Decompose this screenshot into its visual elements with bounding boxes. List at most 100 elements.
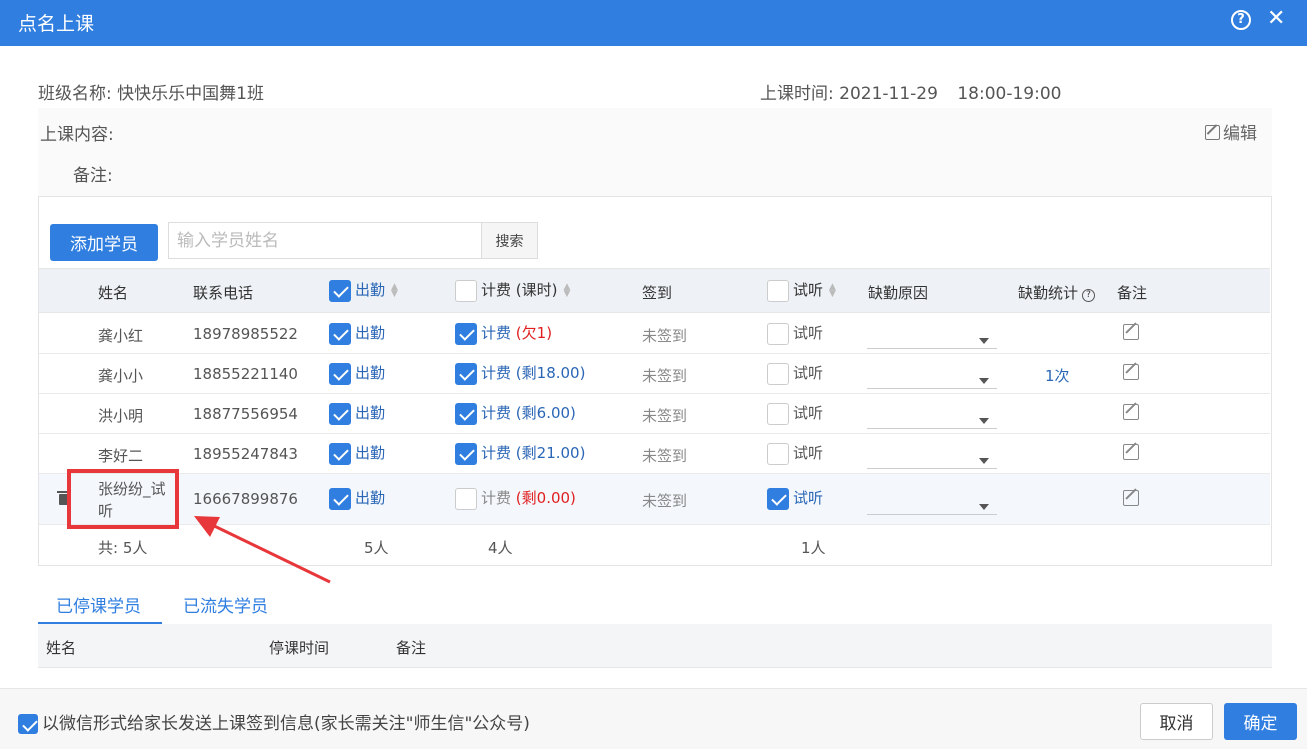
student-phone: 18855221140 [193, 365, 298, 383]
sort-icon[interactable]: ▲ ▼ [829, 282, 836, 298]
sort-icon[interactable]: ▲ ▼ [391, 282, 398, 298]
absence-reason-select[interactable] [867, 325, 997, 349]
student-phone: 18978985522 [193, 325, 298, 343]
bill-checkbox[interactable] [455, 362, 477, 385]
edit-content-button[interactable]: 编辑 [1205, 119, 1257, 144]
attend-toggle[interactable]: 出勤 [329, 322, 385, 345]
student-name: 洪小明 [98, 407, 144, 425]
attend-all-checkbox[interactable] [329, 279, 351, 302]
trial-toggle[interactable]: 试听 [767, 362, 823, 385]
trial-toggle[interactable]: 试听 [767, 442, 823, 465]
trial-checkbox[interactable] [767, 362, 789, 385]
col-trial[interactable]: 试听 ▲ ▼ [767, 279, 836, 302]
col-remark: 备注 [1117, 284, 1148, 302]
edit-icon[interactable] [1123, 490, 1139, 506]
bill-toggle[interactable]: 计费 (欠1) [455, 322, 552, 345]
col-stats-label: 缺勤统计 [1018, 284, 1079, 302]
checkin-status: 未签到 [642, 407, 688, 425]
close-icon[interactable]: ✕ [1267, 6, 1285, 32]
bill-status: (剩0.00) [515, 489, 576, 507]
attend-checkbox[interactable] [329, 442, 351, 465]
edit-label: 编辑 [1223, 124, 1257, 144]
bill-status: (剩21.00) [515, 444, 586, 462]
col-attend[interactable]: 出勤 ▲ ▼ [329, 279, 398, 302]
student-phone: 18955247843 [193, 445, 298, 463]
trial-label: 试听 [793, 324, 824, 342]
edit-icon[interactable] [1123, 324, 1139, 340]
bill-toggle[interactable]: 计费 (剩18.00) [455, 362, 585, 385]
trial-checkbox[interactable] [767, 487, 789, 510]
search-button[interactable]: 搜索 [481, 222, 538, 259]
stopped-table-header: 姓名 停课时间 备注 [38, 624, 1272, 668]
trial-toggle[interactable]: 试听 [767, 487, 823, 510]
dialog-footer: 以微信形式给家长发送上课签到信息(家长需关注"师生信"公众号) 取消 确定 [0, 688, 1307, 749]
table-row: 龚小小 18855221140 出勤 计费 (剩18.00) 未签到 试听 1次 [39, 354, 1270, 394]
trial-toggle[interactable]: 试听 [767, 322, 823, 345]
dialog-title: 点名上课 [18, 13, 95, 35]
cancel-button[interactable]: 取消 [1140, 703, 1213, 740]
dialog-titlebar: 点名上课 ? ✕ [0, 0, 1307, 46]
col-billing[interactable]: 计费 (课时) ▲ ▼ [455, 279, 570, 302]
edit-icon[interactable] [1123, 364, 1139, 380]
absence-reason-select[interactable] [867, 445, 997, 469]
wechat-notify-label: 以微信形式给家长发送上课签到信息(家长需关注"师生信"公众号) [42, 714, 530, 734]
bill-checkbox[interactable] [455, 442, 477, 465]
trial-all-checkbox[interactable] [767, 279, 789, 302]
attend-toggle[interactable]: 出勤 [329, 362, 385, 385]
wechat-notify-toggle[interactable]: 以微信形式给家长发送上课签到信息(家长需关注"师生信"公众号) [18, 709, 530, 734]
tab-stopped[interactable]: 已停课学员 [56, 592, 141, 617]
student-search-input[interactable] [168, 222, 482, 259]
col-stop-time: 停课时间 [269, 639, 330, 657]
attend-toggle[interactable]: 出勤 [329, 487, 385, 510]
bill-label: 计费 [481, 489, 512, 507]
bill-toggle[interactable]: 计费 (剩21.00) [455, 442, 585, 465]
add-student-button[interactable]: 添加学员 [50, 224, 158, 261]
table-row: 龚小红 18978985522 出勤 计费 (欠1) 未签到 试听 [39, 314, 1270, 354]
attend-checkbox[interactable] [329, 487, 351, 510]
confirm-button[interactable]: 确定 [1224, 703, 1297, 740]
trial-checkbox[interactable] [767, 322, 789, 345]
question-circle-icon[interactable]: ? [1231, 10, 1251, 30]
trial-checkbox[interactable] [767, 442, 789, 465]
trial-label: 试听 [793, 489, 824, 507]
absence-reason-select[interactable] [867, 405, 997, 429]
col-stopped-name: 姓名 [46, 639, 77, 657]
col-name: 姓名 [98, 284, 129, 302]
student-name: 龚小小 [98, 367, 144, 385]
checkin-status: 未签到 [642, 327, 688, 345]
checkin-status: 未签到 [642, 367, 688, 385]
table-row: 李好二 18955247843 出勤 计费 (剩21.00) 未签到 试听 [39, 434, 1270, 474]
student-phone: 16667899876 [193, 490, 298, 508]
bill-checkbox[interactable] [455, 402, 477, 425]
trial-toggle[interactable]: 试听 [767, 402, 823, 425]
table-row: 洪小明 18877556954 出勤 计费 (剩6.00) 未签到 试听 [39, 394, 1270, 434]
trial-checkbox[interactable] [767, 402, 789, 425]
bill-toggle[interactable]: 计费 (剩6.00) [455, 402, 576, 425]
attend-checkbox[interactable] [329, 322, 351, 345]
edit-icon[interactable] [1123, 444, 1139, 460]
sort-icon[interactable]: ▲ ▼ [563, 282, 570, 298]
attend-count: 5人 [364, 539, 389, 557]
question-circle-icon[interactable]: ? [1082, 289, 1096, 302]
absence-reason-select[interactable] [867, 491, 997, 515]
attend-checkbox[interactable] [329, 402, 351, 425]
tab-lost[interactable]: 已流失学员 [183, 592, 268, 617]
absence-stats-link[interactable]: 1次 [1045, 365, 1070, 386]
content-label: 上课内容: [40, 125, 114, 145]
bill-checkbox[interactable] [455, 487, 477, 510]
bill-status: (剩18.00) [515, 364, 586, 382]
attend-toggle[interactable]: 出勤 [329, 402, 385, 425]
edit-icon[interactable] [1123, 404, 1139, 420]
student-phone: 18877556954 [193, 405, 298, 423]
bill-toggle[interactable]: 计费 (剩0.00) [455, 487, 576, 510]
checkin-status: 未签到 [642, 447, 688, 465]
absence-reason-select[interactable] [867, 365, 997, 389]
bill-all-checkbox[interactable] [455, 279, 477, 302]
bill-checkbox[interactable] [455, 322, 477, 345]
attend-toggle[interactable]: 出勤 [329, 442, 385, 465]
annotation-highlight-box [67, 469, 179, 529]
attend-checkbox[interactable] [329, 362, 351, 385]
wechat-notify-checkbox[interactable] [18, 714, 38, 734]
col-attend-label: 出勤 [355, 281, 386, 299]
content-block [38, 108, 1272, 196]
